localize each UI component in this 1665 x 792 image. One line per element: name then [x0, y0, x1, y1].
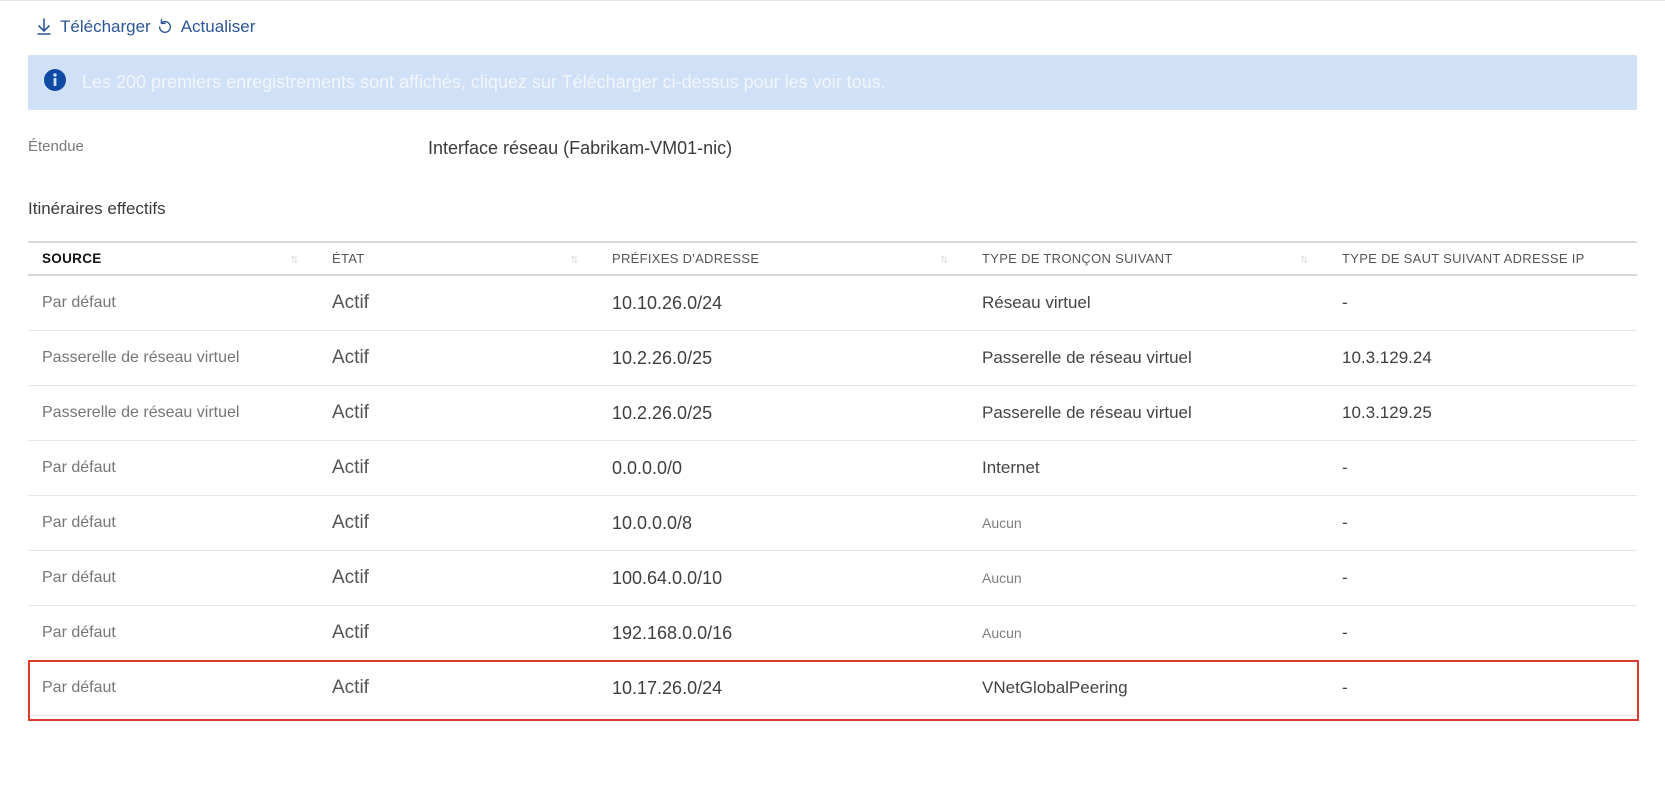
cell-state: Actif [318, 331, 598, 386]
cell-source: Par défaut [28, 275, 318, 331]
sort-icon: ↑↓ [570, 251, 576, 265]
col-hop-type[interactable]: TYPE DE TRONÇON SUIVANT↑↓ [968, 242, 1328, 275]
cell-hop-ip: - [1328, 441, 1637, 496]
refresh-button[interactable]: Actualiser [157, 17, 256, 37]
info-icon [44, 69, 66, 96]
table-row[interactable]: Passerelle de réseau virtuelActif10.2.26… [28, 331, 1637, 386]
cell-hop-ip: 10.3.129.25 [1328, 386, 1637, 441]
cell-prefix: 10.2.26.0/25 [598, 386, 968, 441]
table-row[interactable]: Par défautActif10.10.26.0/24Réseau virtu… [28, 275, 1637, 331]
cell-state: Actif [318, 661, 598, 716]
effective-routes-page: Télécharger Actualiser Les 200 premiers … [0, 0, 1665, 792]
table-row[interactable]: Par défautActif0.0.0.0/0Internet- [28, 441, 1637, 496]
table-row[interactable]: Par défautActif10.17.26.0/24VNetGlobalPe… [28, 661, 1637, 716]
sort-icon: ↑↓ [940, 251, 946, 265]
cell-hop-type: Internet [968, 441, 1328, 496]
col-source[interactable]: SOURCE↑↓ [28, 242, 318, 275]
toolbar: Télécharger Actualiser [36, 17, 1637, 37]
cell-state: Actif [318, 386, 598, 441]
cell-prefix: 10.10.26.0/24 [598, 275, 968, 331]
cell-prefix: 0.0.0.0/0 [598, 441, 968, 496]
refresh-label: Actualiser [181, 17, 256, 37]
cell-hop-ip: - [1328, 275, 1637, 331]
cell-state: Actif [318, 441, 598, 496]
download-button[interactable]: Télécharger [36, 17, 151, 37]
routes-table: SOURCE↑↓ ÉTAT↑↓ PRÉFIXES D'ADRESSE↑↓ TYP… [28, 241, 1637, 716]
cell-hop-type: Réseau virtuel [968, 275, 1328, 331]
table-row[interactable]: Par défautActif10.0.0.0/8Aucun- [28, 496, 1637, 551]
download-icon [36, 17, 52, 37]
cell-hop-type: Aucun [968, 496, 1328, 551]
cell-prefix: 10.2.26.0/25 [598, 331, 968, 386]
download-label: Télécharger [60, 17, 151, 37]
col-state[interactable]: ÉTAT↑↓ [318, 242, 598, 275]
cell-source: Par défaut [28, 661, 318, 716]
cell-hop-ip: - [1328, 551, 1637, 606]
info-banner-message: Les 200 premiers enregistrements sont af… [82, 72, 886, 93]
cell-state: Actif [318, 496, 598, 551]
cell-prefix: 10.17.26.0/24 [598, 661, 968, 716]
cell-hop-ip: 10.3.129.24 [1328, 331, 1637, 386]
cell-hop-ip: - [1328, 606, 1637, 661]
table-header-row: SOURCE↑↓ ÉTAT↑↓ PRÉFIXES D'ADRESSE↑↓ TYP… [28, 242, 1637, 275]
cell-source: Passerelle de réseau virtuel [28, 331, 318, 386]
cell-prefix: 100.64.0.0/10 [598, 551, 968, 606]
table-row[interactable]: Par défautActif192.168.0.0/16Aucun- [28, 606, 1637, 661]
cell-hop-type: Passerelle de réseau virtuel [968, 386, 1328, 441]
cell-hop-type: Passerelle de réseau virtuel [968, 331, 1328, 386]
section-title: Itinéraires effectifs [28, 199, 1637, 219]
col-hop-ip[interactable]: TYPE DE SAUT SUIVANT ADRESSE IP [1328, 242, 1637, 275]
cell-state: Actif [318, 606, 598, 661]
cell-prefix: 10.0.0.0/8 [598, 496, 968, 551]
cell-hop-type: Aucun [968, 551, 1328, 606]
info-banner: Les 200 premiers enregistrements sont af… [28, 55, 1637, 110]
table-row[interactable]: Par défautActif100.64.0.0/10Aucun- [28, 551, 1637, 606]
sort-icon: ↑↓ [1300, 251, 1306, 265]
cell-hop-ip: - [1328, 661, 1637, 716]
cell-source: Par défaut [28, 606, 318, 661]
cell-hop-type: VNetGlobalPeering [968, 661, 1328, 716]
cell-state: Actif [318, 275, 598, 331]
col-prefix[interactable]: PRÉFIXES D'ADRESSE↑↓ [598, 242, 968, 275]
cell-source: Par défaut [28, 496, 318, 551]
table-row[interactable]: Passerelle de réseau virtuelActif10.2.26… [28, 386, 1637, 441]
sort-icon: ↑↓ [290, 251, 296, 265]
refresh-icon [157, 17, 173, 37]
cell-hop-ip: - [1328, 496, 1637, 551]
cell-hop-type: Aucun [968, 606, 1328, 661]
cell-source: Passerelle de réseau virtuel [28, 386, 318, 441]
scope-row: Étendue Interface réseau (Fabrikam-VM01-… [28, 138, 1637, 159]
cell-source: Par défaut [28, 441, 318, 496]
scope-value: Interface réseau (Fabrikam-VM01-nic) [428, 138, 732, 159]
cell-state: Actif [318, 551, 598, 606]
scope-label: Étendue [28, 138, 428, 155]
cell-source: Par défaut [28, 551, 318, 606]
cell-prefix: 192.168.0.0/16 [598, 606, 968, 661]
